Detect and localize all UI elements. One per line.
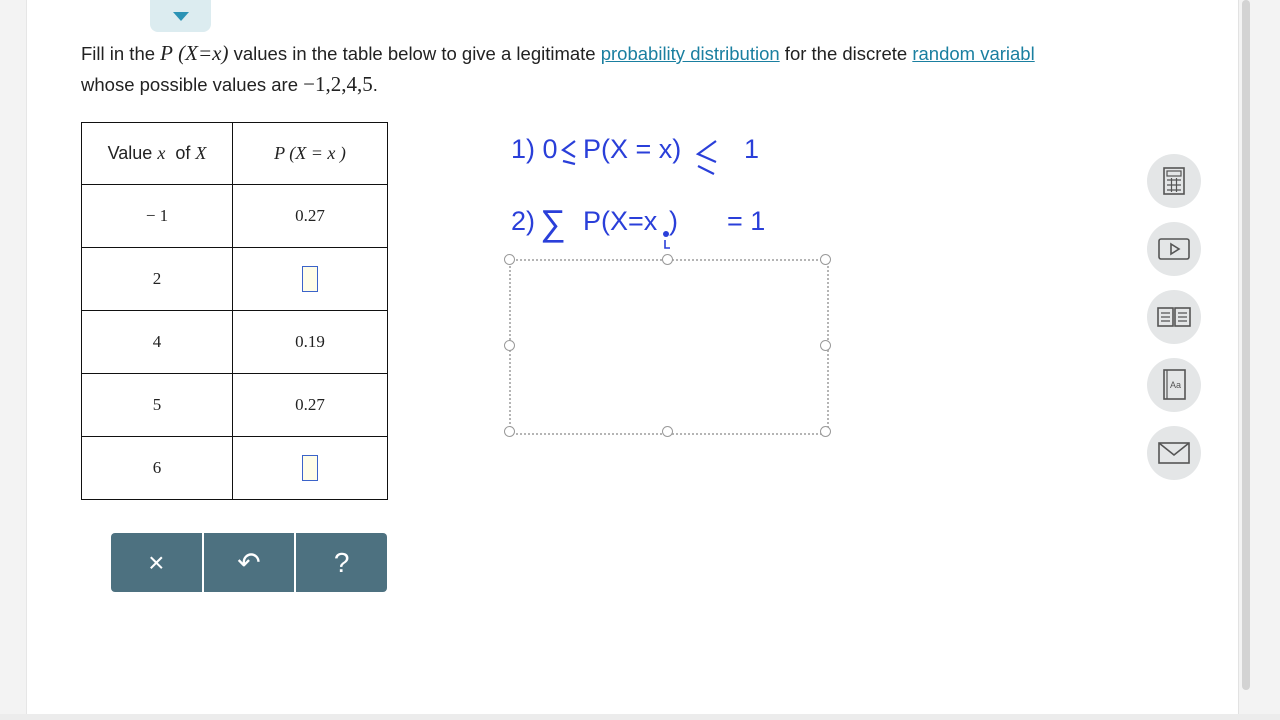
collapse-tab[interactable] — [150, 0, 211, 32]
undo-button[interactable]: ↶ — [203, 533, 297, 592]
less-equal-mark-icon — [561, 140, 576, 166]
annotation-line-1-prefix: 1) 0 — [511, 134, 558, 164]
caret-down-icon — [172, 11, 189, 21]
message-button[interactable] — [1147, 426, 1201, 480]
annotation-line-1-end: 1 — [744, 134, 760, 164]
cell-prob: 0.27 — [232, 184, 388, 248]
table-row: − 1 0.27 — [81, 184, 388, 248]
help-button[interactable]: ? — [296, 533, 387, 592]
math-P: P — [160, 41, 173, 65]
mail-icon — [1158, 442, 1190, 464]
less-equal-mark-icon — [695, 140, 717, 175]
scrollbar[interactable] — [1242, 0, 1250, 690]
question-text: Fill in the P (X=x) values in the table … — [81, 41, 1035, 96]
cell-value: 6 — [81, 436, 233, 500]
annotation-line-2-prefix: 2) — [511, 206, 536, 236]
cell-prob: 0.19 — [232, 310, 388, 374]
table-header-row: Value x of X P (X = x ) — [81, 122, 388, 185]
table-row: 4 0.19 — [81, 310, 388, 374]
annotation-line-2-end: = 1 — [727, 206, 766, 236]
annotation-line-1-expr: P(X = x) — [583, 134, 682, 164]
cell-value: 4 — [81, 310, 233, 374]
clear-button[interactable]: × — [111, 533, 204, 592]
header-probability: P (X = x ) — [232, 122, 388, 185]
answer-input[interactable] — [302, 266, 318, 292]
bottom-edge — [0, 714, 1280, 720]
math-expr: (X=x) — [178, 41, 229, 65]
cell-value: 2 — [81, 247, 233, 311]
math-values: −1,2,4,5 — [303, 72, 373, 96]
calculator-icon — [1163, 167, 1185, 195]
book-icon — [1157, 307, 1191, 327]
link-random-variable[interactable]: random variabl — [912, 43, 1034, 64]
resize-handle[interactable] — [820, 254, 831, 265]
video-button[interactable] — [1147, 222, 1201, 276]
svg-text:Aa: Aa — [1170, 380, 1181, 390]
table-row: 6 — [81, 436, 388, 500]
cell-value: − 1 — [81, 184, 233, 248]
table-row: 5 0.27 — [81, 373, 388, 437]
annotation-line-2-expr: P(X=x — [583, 206, 658, 236]
dictionary-button[interactable]: Aa — [1147, 358, 1201, 412]
video-icon — [1158, 238, 1190, 260]
header-value: Value x of X — [81, 122, 233, 185]
resize-handle[interactable] — [504, 426, 515, 437]
left-margin — [0, 0, 27, 720]
resize-handle[interactable] — [504, 254, 515, 265]
calculator-button[interactable] — [1147, 154, 1201, 208]
link-probability-distribution[interactable]: probability distribution — [601, 43, 780, 64]
resize-handle[interactable] — [662, 254, 673, 265]
sigma-icon: ∑ — [540, 202, 566, 243]
resize-handle[interactable] — [504, 340, 515, 351]
annotation-line-2-close: ) — [669, 206, 678, 236]
selection-box[interactable] — [509, 259, 829, 435]
resize-handle[interactable] — [662, 426, 673, 437]
answer-input[interactable] — [302, 455, 318, 481]
cell-prob-input — [232, 247, 388, 311]
dictionary-icon: Aa — [1163, 369, 1186, 400]
resize-handle[interactable] — [820, 426, 831, 437]
cell-prob: 0.27 — [232, 373, 388, 437]
answer-toolbar: × ↶ ? — [111, 533, 387, 592]
resize-handle[interactable] — [820, 340, 831, 351]
cell-value: 5 — [81, 373, 233, 437]
distribution-table: Value x of X P (X = x ) − 1 0.27 2 4 0.1… — [81, 122, 388, 500]
textbook-button[interactable] — [1147, 290, 1201, 344]
cell-prob-input — [232, 436, 388, 500]
table-row: 2 — [81, 247, 388, 311]
